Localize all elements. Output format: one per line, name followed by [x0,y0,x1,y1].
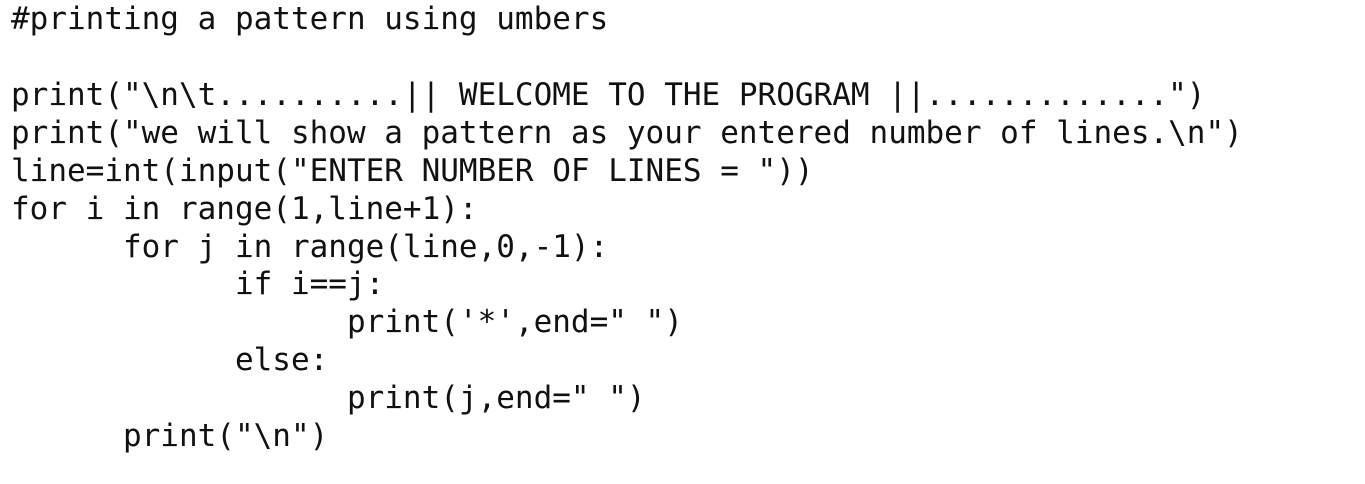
code-line-if: if i==j: [11,266,385,302]
code-line-else: else: [11,342,329,378]
code-line-print-number: print(j,end=" ") [11,380,646,416]
code-line-print-welcome: print("\n\t..........|| WELCOME TO THE P… [11,77,1206,113]
code-line-outer-loop: for i in range(1,line+1): [11,191,478,227]
code-editor: #printing a pattern using umbers print("… [0,0,1365,484]
code-line-print-star: print('*',end=" ") [11,304,683,340]
code-line-inner-loop: for j in range(line,0,-1): [11,229,609,265]
code-line-print-newline: print("\n") [11,418,329,454]
code-line-comment: #printing a pattern using umbers [11,1,609,37]
code-line-print-intro: print("we will show a pattern as your en… [11,115,1243,151]
code-line-input: line=int(input("ENTER NUMBER OF LINES = … [11,153,814,189]
